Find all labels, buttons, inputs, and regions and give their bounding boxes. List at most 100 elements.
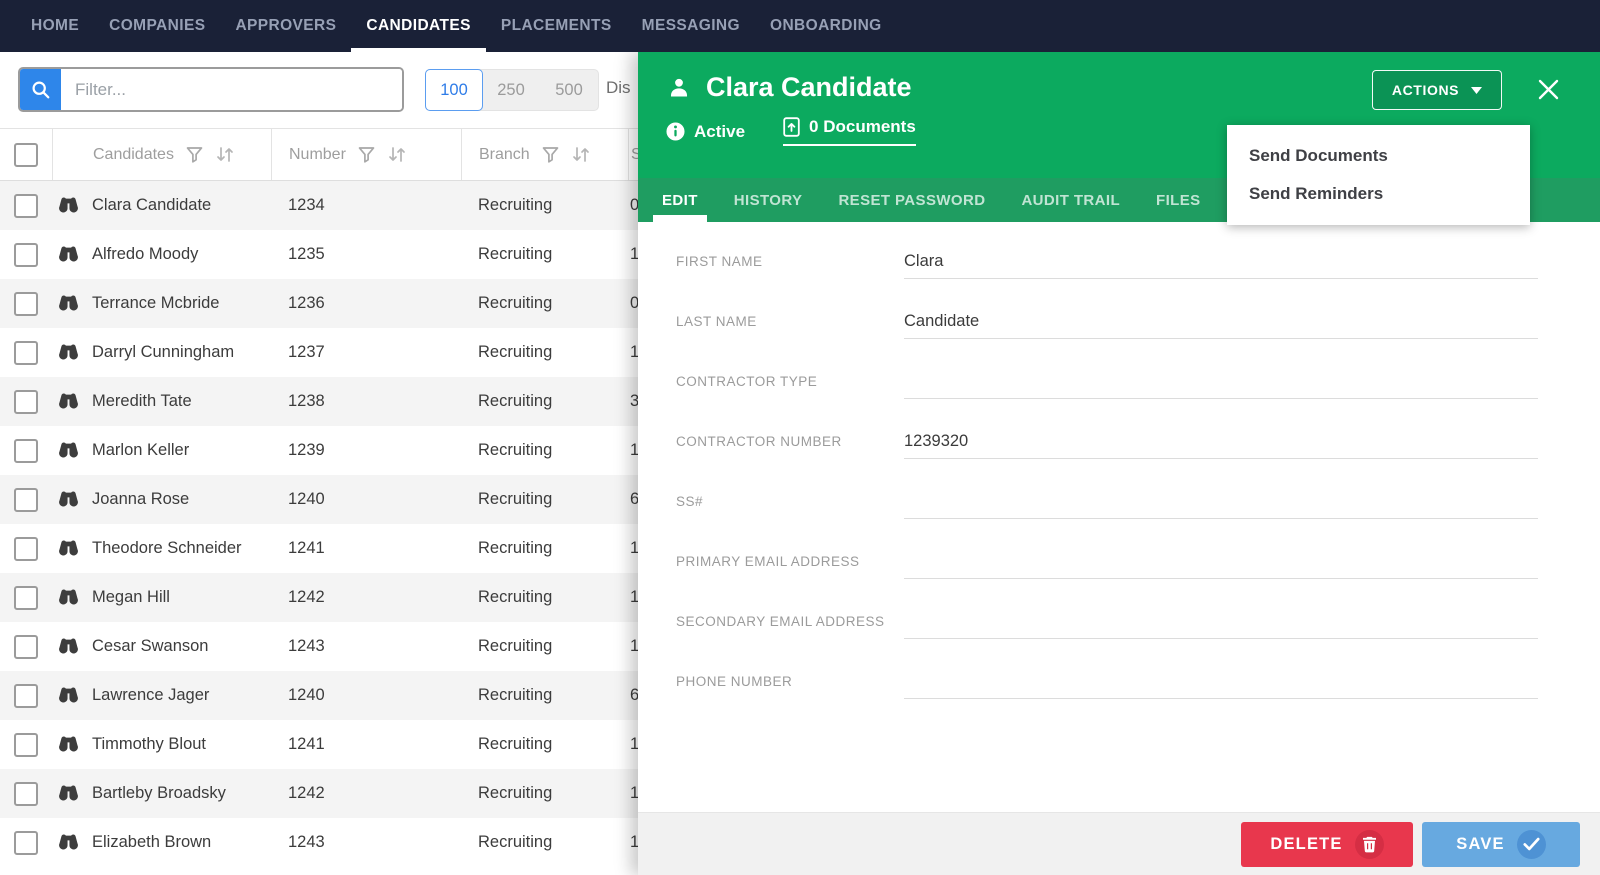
row-checkbox[interactable]	[14, 439, 38, 463]
table-row[interactable]: Clara Candidate 1234 Recruiting 0	[0, 181, 660, 230]
page-size-option[interactable]: 100	[425, 69, 483, 111]
nav-item[interactable]: ONBOARDING	[755, 0, 897, 52]
delete-button[interactable]: DELETE	[1241, 822, 1413, 867]
table-row[interactable]: Theodore Schneider 1241 Recruiting 1	[0, 524, 660, 573]
form-field: LAST NAME	[676, 312, 1538, 339]
panel-tab[interactable]: AUDIT TRAIL	[1021, 178, 1120, 222]
row-checkbox[interactable]	[14, 635, 38, 659]
candidate-branch: Recruiting	[461, 245, 628, 264]
sort-icon[interactable]	[215, 146, 235, 163]
filter-input[interactable]	[61, 69, 402, 110]
column-header[interactable]: Candidates	[52, 129, 271, 180]
candidate-name-cell: Bartleby Broadsky	[52, 784, 271, 803]
table-row[interactable]: Lawrence Jager 1240 Recruiting 6	[0, 671, 660, 720]
candidate-name-cell: Megan Hill	[52, 588, 271, 607]
candidate-name: Meredith Tate	[92, 392, 192, 411]
field-input[interactable]	[904, 372, 1538, 391]
table-row[interactable]: Cesar Swanson 1243 Recruiting 1	[0, 622, 660, 671]
table-row[interactable]: Bartleby Broadsky 1242 Recruiting 1	[0, 769, 660, 818]
form-field: SECONDARY EMAIL ADDRESS	[676, 612, 1538, 639]
row-checkbox[interactable]	[14, 537, 38, 561]
panel-footer: DELETE SAVE	[638, 812, 1600, 875]
candidate-name: Megan Hill	[92, 588, 170, 607]
field-label: LAST NAME	[676, 314, 904, 329]
field-input[interactable]	[904, 612, 1538, 631]
nav-item[interactable]: PLACEMENTS	[486, 0, 627, 52]
candidate-name: Cesar Swanson	[92, 637, 208, 656]
row-checkbox[interactable]	[14, 782, 38, 806]
sort-icon[interactable]	[387, 146, 407, 163]
row-checkbox[interactable]	[14, 586, 38, 610]
table-row[interactable]: Darryl Cunningham 1237 Recruiting 1	[0, 328, 660, 377]
candidate-branch: Recruiting	[461, 490, 628, 509]
candidate-number: 1239	[271, 441, 461, 460]
row-checkbox-cell	[0, 635, 52, 659]
actions-button[interactable]: ACTIONS	[1372, 70, 1502, 110]
form-field: FIRST NAME	[676, 252, 1538, 279]
close-button[interactable]	[1537, 78, 1560, 101]
table-row[interactable]: Meredith Tate 1238 Recruiting 3	[0, 377, 660, 426]
search-button[interactable]	[20, 69, 61, 110]
row-checkbox[interactable]	[14, 390, 38, 414]
row-checkbox[interactable]	[14, 194, 38, 218]
table-row[interactable]: Megan Hill 1242 Recruiting 1	[0, 573, 660, 622]
sort-icon[interactable]	[571, 146, 591, 163]
panel-tab[interactable]: HISTORY	[734, 178, 803, 222]
column-header[interactable]: Branch	[461, 129, 628, 180]
candidate-name: Bartleby Broadsky	[92, 784, 226, 803]
column-header[interactable]: Number	[271, 129, 461, 180]
nav-item[interactable]: HOME	[16, 0, 94, 52]
filter-funnel-icon[interactable]	[358, 147, 375, 163]
table-row[interactable]: Alfredo Moody 1235 Recruiting 1	[0, 230, 660, 279]
panel-tab[interactable]: EDIT	[662, 178, 698, 222]
row-checkbox-cell	[0, 194, 52, 218]
field-input[interactable]	[904, 672, 1538, 691]
binoculars-icon	[58, 245, 79, 264]
row-checkbox[interactable]	[14, 831, 38, 855]
table-row[interactable]: Timmothy Blout 1241 Recruiting 1	[0, 720, 660, 769]
table-row[interactable]: Marlon Keller 1239 Recruiting 1	[0, 426, 660, 475]
row-checkbox[interactable]	[14, 292, 38, 316]
candidate-name: Alfredo Moody	[92, 245, 198, 264]
nav-item[interactable]: CANDIDATES	[351, 0, 485, 52]
filter-funnel-icon[interactable]	[186, 147, 203, 163]
page-size-option[interactable]: 500	[540, 70, 598, 110]
table-row[interactable]: Terrance Mcbride 1236 Recruiting 0	[0, 279, 660, 328]
filter-funnel-icon[interactable]	[542, 147, 559, 163]
dropdown-menu-item[interactable]: Send Documents	[1227, 137, 1530, 175]
row-checkbox[interactable]	[14, 341, 38, 365]
select-all-checkbox[interactable]	[14, 143, 38, 167]
field-input[interactable]	[904, 552, 1538, 571]
field-underline	[904, 492, 1538, 519]
table-row[interactable]: Joanna Rose 1240 Recruiting 6	[0, 475, 660, 524]
row-checkbox[interactable]	[14, 684, 38, 708]
field-input[interactable]	[904, 432, 1538, 451]
row-checkbox[interactable]	[14, 243, 38, 267]
candidate-branch: Recruiting	[461, 392, 628, 411]
row-checkbox-cell	[0, 684, 52, 708]
nav-item[interactable]: COMPANIES	[94, 0, 220, 52]
panel-tab[interactable]: FILES	[1156, 178, 1201, 222]
page-size-option[interactable]: 250	[482, 70, 540, 110]
nav-item[interactable]: MESSAGING	[627, 0, 755, 52]
candidate-number: 1234	[271, 196, 461, 215]
candidate-name: Darryl Cunningham	[92, 343, 234, 362]
candidate-name-cell: Cesar Swanson	[52, 637, 271, 656]
field-input[interactable]	[904, 252, 1538, 271]
row-checkbox-cell	[0, 831, 52, 855]
dropdown-menu-item[interactable]: Send Reminders	[1227, 175, 1530, 213]
row-checkbox[interactable]	[14, 733, 38, 757]
row-checkbox-cell	[0, 439, 52, 463]
panel-tab[interactable]: RESET PASSWORD	[838, 178, 985, 222]
display-label: Dis	[606, 78, 631, 98]
candidate-branch: Recruiting	[461, 735, 628, 754]
nav-item[interactable]: APPROVERS	[220, 0, 351, 52]
row-checkbox[interactable]	[14, 488, 38, 512]
table-row[interactable]: Elizabeth Brown 1243 Recruiting 1	[0, 818, 660, 867]
documents-link[interactable]: 0 Documents	[783, 117, 916, 146]
field-input[interactable]	[904, 312, 1538, 331]
field-input[interactable]	[904, 492, 1538, 511]
select-all-cell	[0, 129, 52, 180]
save-button[interactable]: SAVE	[1422, 822, 1580, 867]
actions-dropdown-menu: Send DocumentsSend Reminders	[1227, 125, 1530, 225]
